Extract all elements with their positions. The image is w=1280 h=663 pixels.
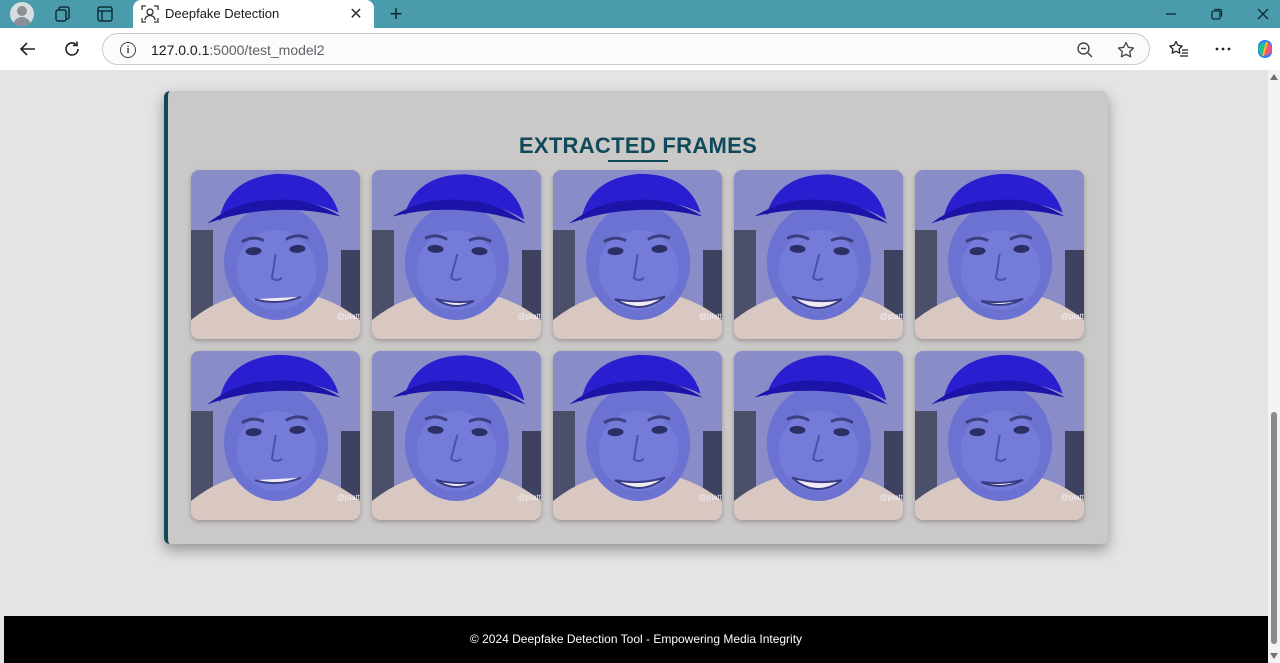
info-icon[interactable]: i — [120, 42, 136, 58]
watermark-text: @platt — [1060, 493, 1084, 502]
restore-icon[interactable] — [1194, 0, 1240, 28]
watermark-text: @platt — [698, 493, 722, 502]
watermark-text: @platt — [517, 493, 541, 502]
navigation-bar: i 127.0.0.1:5000/test_model2 — [0, 28, 1280, 70]
profile-icon[interactable] — [10, 2, 34, 26]
watermark-text: @platt — [879, 312, 903, 321]
extracted-frame-image: @platt — [734, 351, 903, 520]
tab-actions-icon[interactable] — [93, 2, 117, 26]
window-close-icon[interactable] — [1240, 0, 1280, 28]
address-bar[interactable]: i 127.0.0.1:5000/test_model2 — [102, 33, 1150, 65]
extracted-frames-card: EXTRACTED FRAMES @platt @platt @platt @plat… — [164, 91, 1108, 544]
scroll-up-arrow-icon[interactable] — [1270, 74, 1278, 80]
copilot-icon[interactable] — [1253, 37, 1277, 61]
refresh-icon[interactable] — [60, 37, 84, 61]
section-title: EXTRACTED FRAMES — [518, 133, 758, 158]
close-icon[interactable]: ✕ — [346, 4, 366, 24]
watermark-text: @platt — [879, 493, 903, 502]
vertical-scrollbar[interactable] — [1268, 70, 1280, 663]
watermark-text: @platt — [336, 312, 360, 321]
tab-title: Deepfake Detection — [165, 6, 280, 21]
frame-grid: @platt @platt @platt @platt @platt @platt @pla… — [191, 170, 1091, 522]
scroll-thumb[interactable] — [1271, 412, 1277, 644]
back-icon[interactable] — [16, 37, 40, 61]
page-viewport: EXTRACTED FRAMES @platt @platt @platt @plat… — [0, 70, 1268, 663]
extracted-frame-image: @platt — [191, 170, 360, 339]
zoom-icon[interactable] — [1075, 40, 1095, 60]
scroll-down-arrow-icon[interactable] — [1270, 653, 1278, 659]
extracted-frame-image: @platt — [553, 170, 722, 339]
tab-bar: Deepfake Detection ✕ + — [0, 0, 1280, 28]
watermark-text: @platt — [336, 493, 360, 502]
watermark-text: @platt — [1060, 312, 1084, 321]
watermark-text: @platt — [517, 312, 541, 321]
tab-favicon — [141, 5, 159, 23]
favorites-icon[interactable] — [1167, 37, 1191, 61]
extracted-frame-image: @platt — [191, 351, 360, 520]
workspaces-icon[interactable] — [51, 2, 75, 26]
title-underline — [608, 160, 668, 162]
url-text[interactable]: 127.0.0.1:5000/test_model2 — [151, 42, 325, 58]
footer: © 2024 Deepfake Detection Tool - Empower… — [4, 616, 1268, 663]
watermark-text: @platt — [698, 312, 722, 321]
minimize-icon[interactable] — [1148, 0, 1194, 28]
extracted-frame-image: @platt — [915, 170, 1084, 339]
extracted-frame-image: @platt — [734, 170, 903, 339]
extracted-frame-image: @platt — [915, 351, 1084, 520]
extracted-frame-image: @platt — [372, 351, 541, 520]
footer-text: © 2024 Deepfake Detection Tool - Empower… — [469, 632, 803, 646]
extracted-frame-image: @platt — [553, 351, 722, 520]
extracted-frame-image: @platt — [372, 170, 541, 339]
plus-icon[interactable]: + — [384, 2, 408, 26]
active-tab[interactable]: Deepfake Detection ✕ — [133, 0, 374, 28]
more-icon[interactable] — [1211, 37, 1235, 61]
favorite-star-icon[interactable] — [1116, 40, 1136, 60]
